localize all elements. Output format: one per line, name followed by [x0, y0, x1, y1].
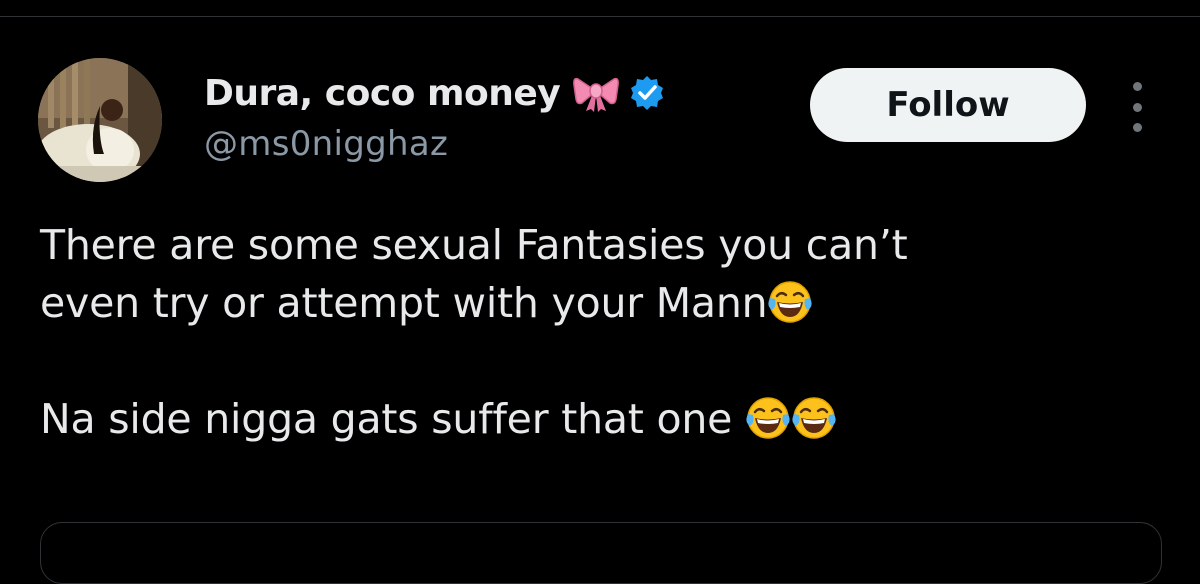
tweet-line: Na side nigga gats suffer that one	[40, 390, 1180, 448]
name-row: Dura, coco money	[204, 66, 666, 120]
user-handle[interactable]: @ms0nigghaz	[204, 124, 666, 164]
embedded-card[interactable]	[40, 522, 1162, 584]
top-divider	[0, 16, 1200, 17]
user-block: Dura, coco money @ms0nigghaz	[204, 66, 666, 164]
tweet-line: even try or attempt with your Mann	[40, 274, 1180, 332]
laughing-tears-emoji-icon	[791, 395, 837, 441]
laughing-tears-emoji-icon	[767, 279, 813, 325]
more-dot-icon	[1132, 82, 1142, 91]
follow-button[interactable]: Follow	[810, 68, 1086, 142]
tweet-line: There are some sexual Fantasies you can’…	[40, 221, 908, 269]
more-dot-icon	[1132, 123, 1142, 132]
laughing-tears-emoji-icon	[745, 395, 791, 441]
more-options-icon[interactable]	[1126, 82, 1148, 132]
display-name[interactable]: Dura, coco money	[204, 73, 561, 114]
tweet-text: There are some sexual Fantasies you can’…	[40, 216, 1180, 448]
verified-badge-icon[interactable]	[628, 74, 666, 112]
avatar[interactable]	[38, 58, 162, 182]
more-dot-icon	[1132, 102, 1142, 112]
bow-icon	[572, 73, 620, 113]
